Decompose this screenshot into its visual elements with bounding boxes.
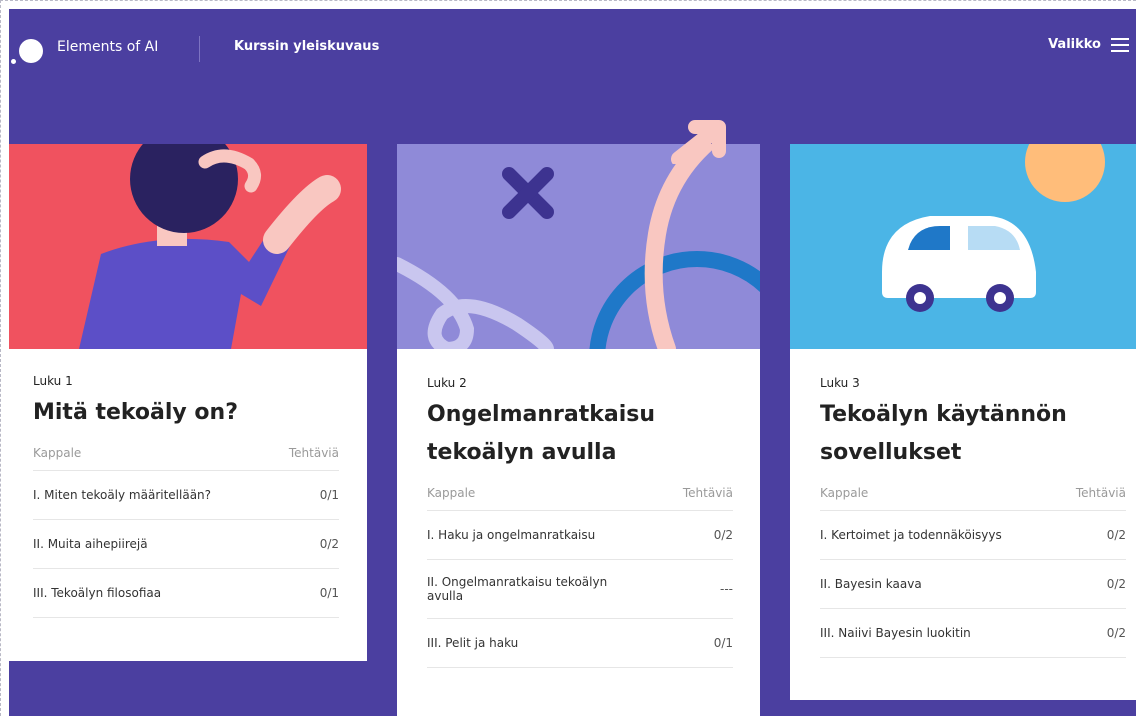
section-title: III. Pelit ja haku [427,636,519,650]
chapter-number: Luku 2 [427,376,467,390]
thinking-person-icon [79,144,341,349]
section-title: I. Miten tekoäly määritellään? [33,488,212,502]
column-header-section: Kappale [427,486,476,500]
breadcrumb-course-overview[interactable]: Kurssin yleiskuvaus [234,39,379,54]
section-row[interactable]: II. Muita aihepiirejä 0/2 [33,520,339,569]
section-row[interactable]: III. Tekoälyn filosofiaa 0/1 [33,569,339,618]
header-divider [199,36,200,62]
section-title: II. Ongelmanratkaisu tekoälyn avulla [427,575,608,603]
hamburger-menu-icon [1111,37,1129,52]
section-title: III. Naiivi Bayesin luokitin [820,626,971,640]
menu-button-label: Valikko [1048,37,1101,52]
exercise-count: 0/2 [713,528,733,542]
chapter-1-illustration [9,144,367,349]
column-header-section: Kappale [33,446,82,460]
chapter-card-2[interactable]: Luku 2 Ongelmanratkaisu tekoälyn avulla … [397,120,760,716]
column-header-exercises: Tehtäviä [288,446,339,460]
section-title: I. Kertoimet ja todennäköisyys [820,528,1002,542]
column-header-exercises: Tehtäviä [1075,486,1126,500]
path-search-icon [397,144,760,349]
chapter-title[interactable]: Tekoälyn käytännön sovellukset [820,396,1126,472]
sections-table-header: Kappale Tehtäviä [427,486,733,511]
exercise-count: 0/1 [319,586,339,600]
exercise-count: 0/2 [1106,577,1126,591]
section-row[interactable]: II. Bayesin kaava 0/2 [820,560,1126,609]
logo-circle-icon[interactable] [19,39,43,63]
section-row[interactable]: III. Pelit ja haku 0/1 [427,619,733,668]
screenshot-frame: Elements of AI Kurssin yleiskuvaus Valik… [0,0,1136,716]
chapter-title[interactable]: Mitä tekoäly on? [33,394,339,432]
chapter-card-1[interactable]: Luku 1 Mitä tekoäly on? Kappale Tehtäviä… [9,144,367,661]
section-row[interactable]: I. Haku ja ongelmanratkaisu 0/2 [427,511,733,560]
logo-dot-icon [11,59,16,64]
column-header-section: Kappale [820,486,869,500]
chapter-number: Luku 3 [820,376,860,390]
section-title: III. Tekoälyn filosofiaa [33,586,162,600]
section-title: II. Muita aihepiirejä [33,537,148,551]
exercise-count: 0/1 [319,488,339,502]
section-row[interactable]: I. Miten tekoäly määritellään? 0/1 [33,471,339,520]
sections-table-header: Kappale Tehtäviä [33,446,339,471]
exercise-count: 0/2 [1106,528,1126,542]
arrow-icon [667,119,747,168]
chapter-number: Luku 1 [33,374,73,388]
chapter-card-3[interactable]: Luku 3 Tekoälyn käytännön sovellukset Ka… [790,144,1136,700]
exercise-count: --- [720,582,733,596]
exercise-count: 0/1 [713,636,733,650]
section-title: II. Bayesin kaava [820,577,922,591]
exercise-count: 0/2 [319,537,339,551]
self-driving-car-icon [882,144,1105,312]
menu-button[interactable]: Valikko [1048,37,1129,52]
chapter-3-content: Luku 3 Tekoälyn käytännön sovellukset Ka… [790,376,1136,658]
section-row[interactable]: II. Ongelmanratkaisu tekoälyn avulla --- [427,560,733,619]
chapter-1-content: Luku 1 Mitä tekoäly on? Kappale Tehtäviä… [9,374,367,618]
section-title: I. Haku ja ongelmanratkaisu [427,528,596,542]
course-overview-page: Elements of AI Kurssin yleiskuvaus Valik… [9,9,1136,716]
brand-name[interactable]: Elements of AI [57,39,158,55]
sections-table-header: Kappale Tehtäviä [820,486,1126,511]
section-row[interactable]: III. Naiivi Bayesin luokitin 0/2 [820,609,1126,658]
chapter-title[interactable]: Ongelmanratkaisu tekoälyn avulla [427,396,733,472]
exercise-count: 0/2 [1106,626,1126,640]
top-bar: Elements of AI Kurssin yleiskuvaus Valik… [9,9,1136,75]
chapter-2-content: Luku 2 Ongelmanratkaisu tekoälyn avulla … [397,376,760,668]
chapter-2-illustration [397,144,760,349]
chapter-3-illustration [790,144,1136,349]
section-row[interactable]: I. Kertoimet ja todennäköisyys 0/2 [820,511,1126,560]
column-header-exercises: Tehtäviä [682,486,733,500]
